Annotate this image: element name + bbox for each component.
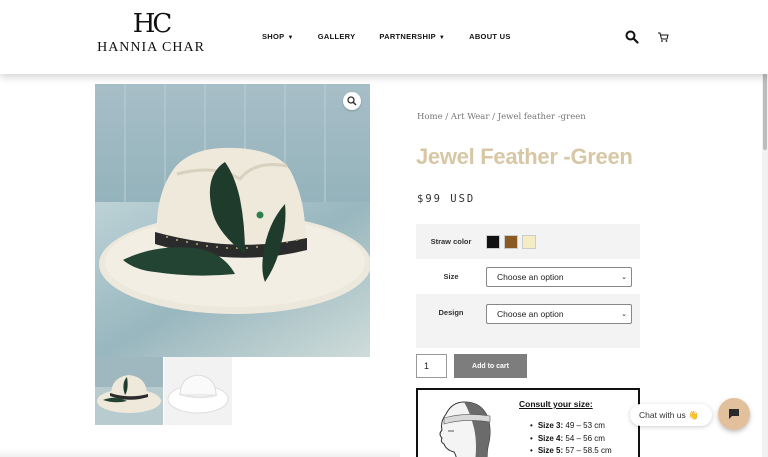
swatch-cream[interactable] xyxy=(522,234,536,249)
straw-color-row: Straw color xyxy=(416,224,640,259)
gallery-thumbnail[interactable] xyxy=(164,357,232,425)
design-select[interactable]: Choose an option ⌄ xyxy=(486,304,632,324)
chevron-down-icon: ▼ xyxy=(438,35,446,41)
size-select[interactable]: Choose an option ⌄ xyxy=(486,266,632,287)
straw-color-label: Straw color xyxy=(430,237,472,246)
scrollbar-thumb[interactable] xyxy=(763,70,767,150)
footer-shadow xyxy=(0,448,400,457)
design-row: Design Choose an option ⌄ xyxy=(416,294,640,348)
main-nav: SHOP ▼ GALLERY PARTNERSHIP ▼ ABOUT US xyxy=(262,32,535,41)
chat-prompt-bubble[interactable]: Chat with us 👋 xyxy=(630,404,712,426)
design-label: Design xyxy=(438,308,464,317)
swatch-black[interactable] xyxy=(486,234,500,249)
color-swatches xyxy=(486,234,536,249)
gallery-thumbnail[interactable] xyxy=(95,357,163,425)
variations-table: Straw color Size Choose an option ⌄ Desi… xyxy=(416,224,640,348)
nav-gallery[interactable]: GALLERY xyxy=(318,32,356,41)
size-list: Size 3: 49 – 53 cm Size 4: 54 – 56 cm Si… xyxy=(530,420,612,457)
list-item: Size 4: 54 – 56 cm xyxy=(530,433,612,446)
quantity-input[interactable]: 1 xyxy=(416,354,447,378)
size-guide-title: Consult your size: xyxy=(519,399,593,409)
chevron-down-icon: ⌄ xyxy=(621,311,627,318)
hat-thumbnail-photo xyxy=(164,357,232,425)
hat-photo xyxy=(95,84,370,357)
nav-partnership-label: PARTNERSHIP xyxy=(379,32,436,41)
size-select-value: Choose an option xyxy=(497,271,564,282)
logo-monogram: HC xyxy=(132,9,173,39)
size-range: 54 – 56 cm xyxy=(565,433,605,443)
nav-shop-label: SHOP xyxy=(262,32,285,41)
site-header: HC HANNIA CHAR SHOP ▼ GALLERY PARTNERSHIP… xyxy=(0,0,768,74)
product-title: Jewel Feather -Green xyxy=(416,144,633,169)
add-to-cart-button[interactable]: Add to cart xyxy=(454,354,527,378)
head-measurement-illustration xyxy=(439,401,491,457)
size-row: Size Choose an option ⌄ xyxy=(416,259,640,294)
nav-about-label: ABOUT US xyxy=(469,32,511,41)
breadcrumb-current: Jewel feather -green xyxy=(497,112,586,122)
zoom-icon xyxy=(347,96,357,106)
size-label: Size 3: xyxy=(537,421,564,430)
breadcrumb-home[interactable]: Home xyxy=(417,112,443,122)
product-main-image[interactable] xyxy=(95,84,370,357)
chat-button[interactable] xyxy=(718,398,750,430)
breadcrumb: Home / Art Wear / Jewel feather -green xyxy=(417,112,586,122)
nav-shop[interactable]: SHOP ▼ xyxy=(262,32,294,41)
logo-wordmark: HANNIA CHAR xyxy=(97,40,205,55)
breadcrumb-category[interactable]: Art Wear xyxy=(451,112,490,122)
breadcrumb-separator: / xyxy=(442,112,451,122)
nav-partnership[interactable]: PARTNERSHIP ▼ xyxy=(379,32,445,41)
chevron-down-icon: ⌄ xyxy=(621,273,627,281)
size-guide-box: Consult your size: Size 3: 49 – 53 cm Si… xyxy=(416,388,640,457)
hat-thumbnail-photo xyxy=(95,357,163,425)
size-range: 57 – 58.5 cm xyxy=(565,446,612,455)
size-label: Size 4: xyxy=(537,433,564,443)
design-select-value: Choose an option xyxy=(497,309,564,319)
breadcrumb-separator: / xyxy=(489,112,498,122)
list-item: Size 3: 49 – 53 cm xyxy=(530,420,612,433)
nav-gallery-label: GALLERY xyxy=(317,32,356,41)
brand-logo[interactable]: HC HANNIA CHAR xyxy=(96,10,206,62)
chat-icon xyxy=(729,409,739,419)
nav-about-us[interactable]: ABOUT US xyxy=(469,32,511,41)
chevron-down-icon: ▼ xyxy=(287,35,294,41)
size-label: Size 5: xyxy=(537,446,564,455)
search-icon[interactable] xyxy=(625,30,639,44)
swatch-brown[interactable] xyxy=(504,234,518,249)
size-range: 49 – 53 cm xyxy=(565,421,605,430)
zoom-button[interactable] xyxy=(343,92,361,110)
product-price: $99 USD xyxy=(417,193,476,205)
cart-icon[interactable] xyxy=(657,31,669,43)
size-label: Size xyxy=(443,272,459,281)
list-item: Size 5: 57 – 58.5 cm xyxy=(530,445,612,457)
